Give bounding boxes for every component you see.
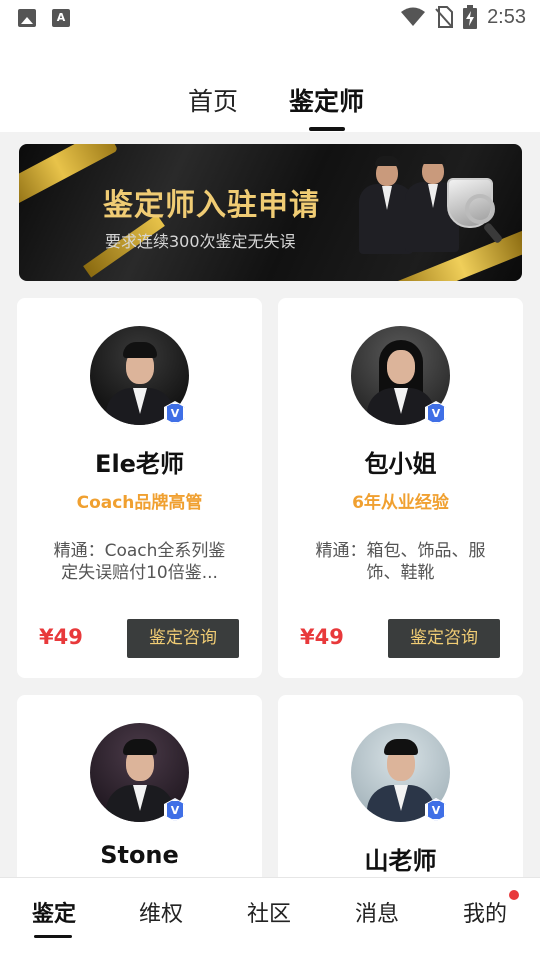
status-time: 2:53 — [487, 5, 526, 28]
magnifier-icon — [465, 194, 495, 224]
appraiser-tagline: 6年从业经验 — [352, 493, 449, 513]
top-tab-bar: 首页 鉴定师 — [0, 36, 540, 132]
active-nav-indicator — [34, 935, 72, 938]
status-bar: A 2:53 — [0, 0, 540, 36]
appraiser-card[interactable]: V Stone — [17, 695, 262, 895]
tab-appraiser[interactable]: 鉴定师 — [289, 82, 364, 118]
active-tab-indicator — [309, 127, 345, 131]
tab-home[interactable]: 首页 — [188, 82, 238, 118]
appraiser-card[interactable]: V 包小姐 6年从业经验 精通：箱包、饰品、服饰、鞋靴 ¥49 鉴定咨询 — [278, 298, 523, 678]
wifi-icon — [401, 7, 426, 26]
consult-button[interactable]: 鉴定咨询 — [127, 619, 239, 658]
consult-button[interactable]: 鉴定咨询 — [388, 619, 500, 658]
appraiser-card[interactable]: V Ele老师 Coach品牌高管 精通：Coach全系列鉴定失误赔付10倍鉴.… — [17, 298, 262, 678]
nav-item-me[interactable]: 我的 — [463, 896, 507, 928]
magnifier-handle — [482, 222, 504, 244]
appraiser-tagline: Coach品牌高管 — [76, 493, 203, 513]
banner-title: 鉴定师入驻申请 — [103, 188, 320, 223]
nav-item-appraise[interactable]: 鉴定 — [32, 896, 76, 928]
appraiser-name: 包小姐 — [364, 450, 437, 478]
status-right-icons: 2:53 — [401, 5, 526, 29]
nav-item-rights[interactable]: 维权 — [139, 896, 183, 928]
consult-price: ¥49 — [300, 625, 344, 649]
appraiser-description: 精通：箱包、饰品、服饰、鞋靴 — [315, 541, 486, 583]
nav-item-messages[interactable]: 消息 — [355, 896, 399, 928]
bottom-nav: 鉴定 维权 社区 消息 我的 — [0, 877, 540, 960]
appraiser-application-banner[interactable]: 鉴定师入驻申请 要求连续300次鉴定无失误 — [19, 144, 522, 281]
appraiser-name: Stone — [100, 841, 179, 869]
appraiser-card[interactable]: V 山老师 — [278, 695, 523, 895]
image-icon — [18, 9, 36, 27]
status-left-icons: A — [18, 9, 70, 27]
banner-subtitle: 要求连续300次鉴定无失误 — [105, 232, 296, 251]
notification-dot — [509, 890, 519, 900]
nav-item-community[interactable]: 社区 — [247, 896, 291, 928]
consult-price: ¥49 — [39, 625, 83, 649]
appraiser-name: Ele老师 — [95, 450, 184, 478]
appraiser-description: 精通：Coach全系列鉴定失误赔付10倍鉴... — [53, 541, 226, 583]
appraiser-name: 山老师 — [364, 847, 437, 875]
no-sim-icon — [435, 6, 454, 28]
battery-charging-icon — [463, 5, 478, 29]
text-a-icon: A — [52, 9, 70, 27]
